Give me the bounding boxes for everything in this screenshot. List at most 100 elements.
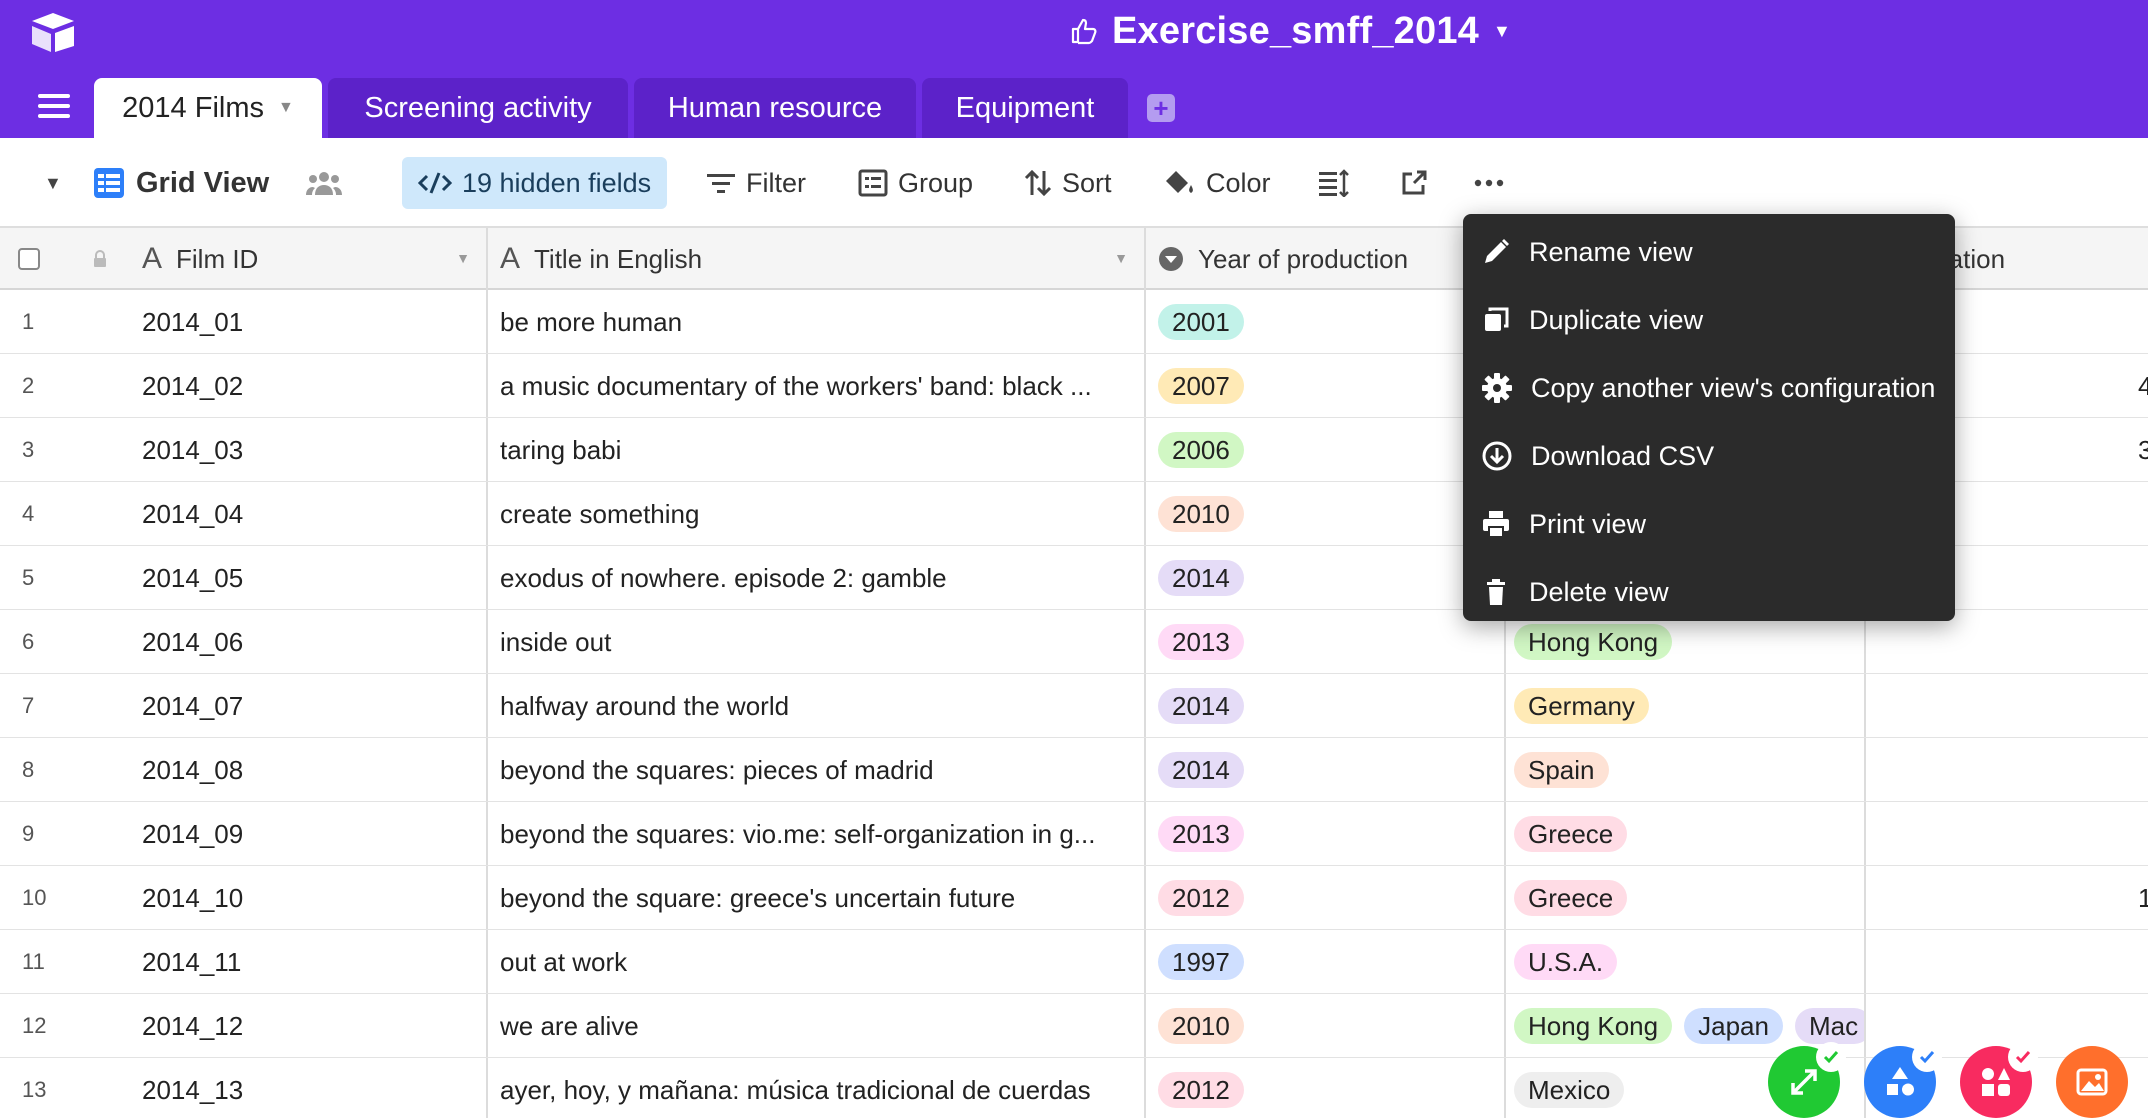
tab-label: Screening activity: [364, 91, 592, 124]
film-id-cell[interactable]: 2014_06: [142, 610, 243, 674]
shapes-app-button[interactable]: [1864, 1042, 1942, 1118]
title-cell[interactable]: we are alive: [500, 994, 1132, 1058]
tab-2014-films[interactable]: 2014 Films ▼: [94, 78, 322, 138]
film-id-cell[interactable]: 2014_05: [142, 546, 243, 610]
duration-cell[interactable]: 1: [2138, 866, 2148, 930]
column-chevron-down-icon[interactable]: ▼: [456, 250, 470, 266]
title-cell[interactable]: create something: [500, 482, 1132, 546]
country-cell[interactable]: Germany: [1514, 674, 1864, 738]
film-id-cell[interactable]: 2014_01: [142, 290, 243, 354]
tab-screening-activity[interactable]: Screening activity: [328, 78, 628, 138]
image-app-button[interactable]: [2056, 1046, 2128, 1118]
filter-label: Filter: [746, 167, 806, 198]
country-chip: Hong Kong: [1514, 624, 1673, 660]
duration-cell[interactable]: 4: [2138, 354, 2148, 418]
select-all-checkbox[interactable]: [18, 228, 40, 290]
title-cell[interactable]: inside out: [500, 610, 1132, 674]
tab-human-resource[interactable]: Human resource: [634, 78, 916, 138]
column-header-film-id[interactable]: A Film ID ▼: [142, 228, 484, 290]
table-row[interactable]: 11 2014_11 out at work 1997 U.S.A.: [0, 930, 2148, 994]
add-table-button[interactable]: +: [1147, 94, 1175, 122]
year-cell[interactable]: 2014: [1158, 546, 1256, 610]
title-cell[interactable]: be more human: [500, 290, 1132, 354]
color-button[interactable]: Color: [1164, 157, 1271, 209]
title-cell[interactable]: a music documentary of the workers' band…: [500, 354, 1132, 418]
menu-item-print-view[interactable]: Print view: [1463, 490, 1955, 558]
film-id-cell[interactable]: 2014_12: [142, 994, 243, 1058]
film-id-cell[interactable]: 2014_10: [142, 866, 243, 930]
year-cell[interactable]: 2007: [1158, 354, 1256, 418]
year-cell[interactable]: 2006: [1158, 418, 1256, 482]
tab-equipment[interactable]: Equipment: [922, 78, 1128, 138]
year-cell[interactable]: 2010: [1158, 994, 1256, 1058]
table-row[interactable]: 7 2014_07 halfway around the world 2014 Germ…: [0, 674, 2148, 738]
menu-item-duplicate-view[interactable]: Duplicate view: [1463, 286, 1955, 354]
film-id-cell[interactable]: 2014_08: [142, 738, 243, 802]
film-id-cell[interactable]: 2014_02: [142, 354, 243, 418]
film-id-cell[interactable]: 2014_04: [142, 482, 243, 546]
table-row[interactable]: 10 2014_10 beyond the square: greece's unc…: [0, 866, 2148, 930]
country-cell[interactable]: Greece: [1514, 866, 1864, 930]
year-cell[interactable]: 2012: [1158, 866, 1256, 930]
row-height-button[interactable]: [1318, 157, 1350, 209]
view-name-button[interactable]: Grid View: [92, 157, 269, 209]
more-options-button[interactable]: [1474, 157, 1504, 209]
year-cell[interactable]: 2013: [1158, 610, 1256, 674]
year-cell[interactable]: 1997: [1158, 930, 1256, 994]
year-cell[interactable]: 2010: [1158, 482, 1256, 546]
title-cell[interactable]: halfway around the world: [500, 674, 1132, 738]
country-chip: Japan: [1684, 1008, 1783, 1044]
table-row[interactable]: 9 2014_09 beyond the squares: vio.me: self…: [0, 802, 2148, 866]
title-cell[interactable]: beyond the squares: vio.me: self-organiz…: [500, 802, 1132, 866]
title-cell[interactable]: exodus of nowhere. episode 2: gamble: [500, 546, 1132, 610]
tab-label: Human resource: [667, 91, 883, 124]
film-id-cell[interactable]: 2014_13: [142, 1058, 243, 1118]
film-id-cell[interactable]: 2014_09: [142, 802, 243, 866]
column-header-title[interactable]: A Title in English ▼: [500, 228, 1142, 290]
country-chip: Mexico: [1514, 1072, 1625, 1108]
year-cell[interactable]: 2012: [1158, 1058, 1256, 1118]
year-cell[interactable]: 2013: [1158, 802, 1256, 866]
airtable-logo[interactable]: [28, 10, 78, 54]
film-id-cell[interactable]: 2014_11: [142, 930, 241, 994]
expand-app-button[interactable]: [1768, 1042, 1846, 1118]
year-chip: 1997: [1158, 944, 1244, 980]
row-number: 11: [22, 949, 45, 974]
film-id-cell[interactable]: 2014_07: [142, 674, 243, 738]
country-cell[interactable]: Spain: [1514, 738, 1864, 802]
menu-item-rename-view[interactable]: Rename view: [1463, 218, 1955, 286]
sort-button[interactable]: Sort: [1024, 157, 1112, 209]
title-cell[interactable]: out at work: [500, 930, 1132, 994]
menu-item-copy-configuration[interactable]: Copy another view's configuration: [1463, 354, 1955, 422]
hidden-fields-button[interactable]: 19 hidden fields: [402, 157, 668, 209]
menu-item-label: Rename view: [1529, 236, 1693, 267]
group-button[interactable]: Group: [858, 157, 973, 209]
filter-button[interactable]: Filter: [706, 157, 806, 209]
title-chevron-down-icon[interactable]: ▼: [1493, 21, 1511, 42]
apps-button[interactable]: [1960, 1042, 2038, 1118]
tab-chevron-down-icon[interactable]: ▼: [278, 99, 294, 117]
column-chevron-down-icon[interactable]: ▼: [1114, 250, 1128, 266]
year-cell[interactable]: 2014: [1158, 674, 1256, 738]
year-cell[interactable]: 2014: [1158, 738, 1256, 802]
menu-icon[interactable]: [38, 94, 70, 122]
country-cell[interactable]: Greece: [1514, 802, 1864, 866]
share-view-button[interactable]: [1400, 157, 1428, 209]
duration-cell[interactable]: 3: [2138, 418, 2148, 482]
year-chip: 2013: [1158, 624, 1244, 660]
base-title-area[interactable]: Exercise_smff_2014 ▼: [1070, 8, 1511, 54]
hidden-fields-label: 19 hidden fields: [462, 167, 652, 198]
film-id-cell[interactable]: 2014_03: [142, 418, 243, 482]
year-cell[interactable]: 2001: [1158, 290, 1256, 354]
title-cell[interactable]: ayer, hoy, y mañana: música tradicional …: [500, 1058, 1132, 1118]
title-cell[interactable]: taring babi: [500, 418, 1132, 482]
menu-item-delete-view[interactable]: Delete view: [1463, 558, 1955, 626]
collaborators-button[interactable]: [306, 157, 342, 209]
table-row[interactable]: 8 2014_08 beyond the squares: pieces of ma…: [0, 738, 2148, 802]
column-header-year[interactable]: Year of production: [1158, 228, 1458, 290]
menu-item-download-csv[interactable]: Download CSV: [1463, 422, 1955, 490]
title-cell[interactable]: beyond the squares: pieces of madrid: [500, 738, 1132, 802]
view-switcher-toggle[interactable]: ▼: [44, 157, 62, 209]
country-cell[interactable]: U.S.A.: [1514, 930, 1864, 994]
title-cell[interactable]: beyond the square: greece's uncertain fu…: [500, 866, 1132, 930]
